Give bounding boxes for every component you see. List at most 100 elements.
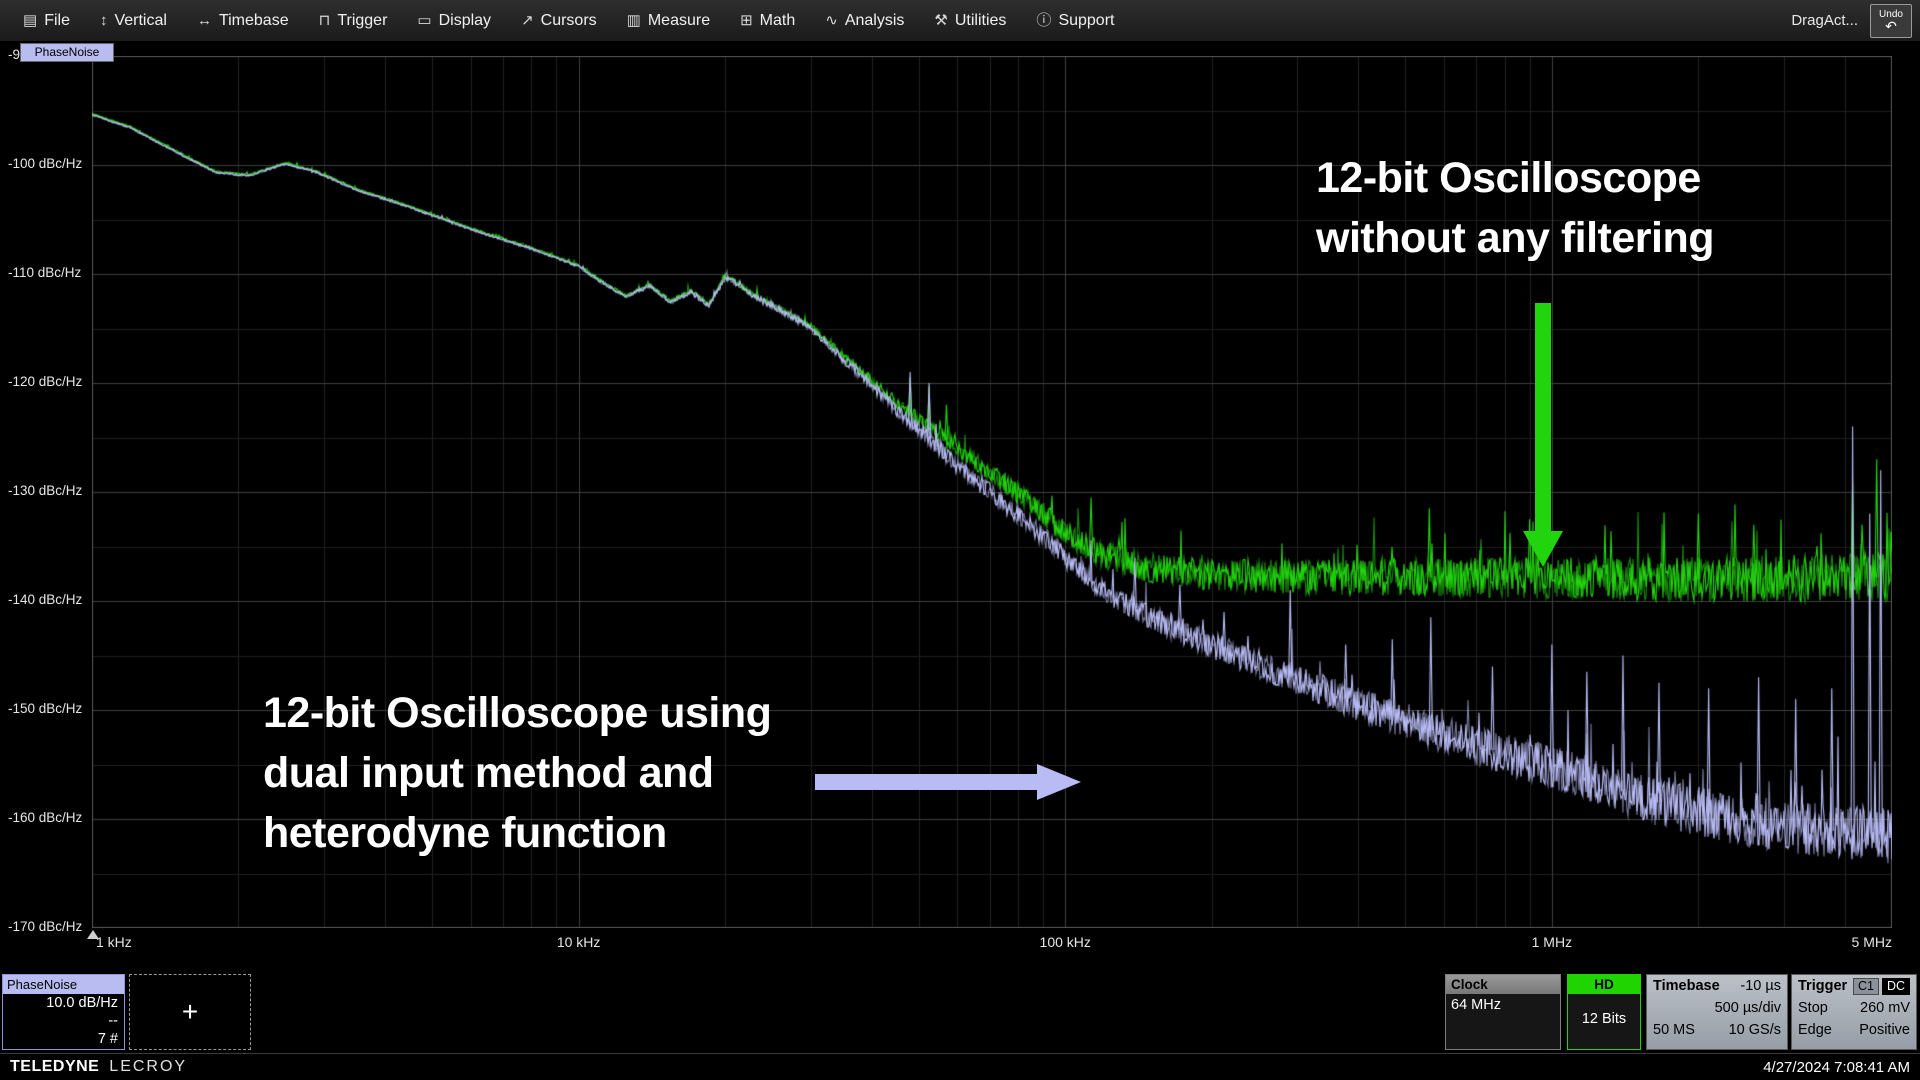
status-bar: TELEDYNE LECROY 4/27/2024 7:08:41 AM [0,1053,1920,1080]
trace-badge[interactable]: PhaseNoise [20,43,114,62]
file-icon: ▤ [23,13,37,28]
teledyne-lecroy-logo: TELEDYNE LECROY [10,1058,187,1076]
menu-label: Support [1058,12,1114,30]
hd-title: HD [1568,975,1640,994]
menu-right: DragAct... Undo ↶ [1791,4,1912,38]
menu-timebase[interactable]: ↔ Timebase [182,0,304,41]
menu-label: Utilities [955,12,1007,30]
timebase-rate: 10 GS/s [1729,1020,1781,1040]
phasenoise-offset: -- [3,1012,124,1030]
annotation-line: dual input method and [263,743,771,803]
menu-items: ▤ File ↕ Vertical ↔ Timebase ⊓ Trigger ▭ Display ↗… [8,0,1129,41]
timebase-samples: 50 MS [1653,1020,1695,1040]
clock-value: 64 MHz [1446,994,1560,1015]
descriptor-row: PhaseNoise 10.0 dB/Hz -- 7 # + Clock 64 … [0,973,1920,1053]
vertical-icon: ↕ [100,13,108,28]
menu-display[interactable]: ▭ Display [402,0,506,41]
menu-trigger[interactable]: ⊓ Trigger [304,0,403,41]
lavender-arrow-right [815,764,1081,800]
menu-label: Trigger [337,12,387,30]
y-axis-label: -120 dBc/Hz [8,374,90,389]
x-axis-label: 1 MHz [1532,934,1572,950]
menu-file[interactable]: ▤ File [8,0,85,41]
arrow-head [1037,764,1081,800]
menu-label: Timebase [219,12,289,30]
menu-measure[interactable]: ▥ Measure [612,0,725,41]
timebase-scale: 500 µs/div [1715,998,1781,1018]
trigger-type: Edge [1798,1020,1832,1040]
oscilloscope-app: ▤ File ↕ Vertical ↔ Timebase ⊓ Trigger ▭ Display ↗… [0,0,1920,1080]
trigger-icon: ⊓ [319,13,331,28]
y-axis-label: -140 dBc/Hz [8,592,90,607]
display-icon: ▭ [417,13,431,28]
annotation-line: 12-bit Oscilloscope using [263,683,771,743]
hd-mode-descriptor[interactable]: HD 12 Bits [1567,974,1641,1050]
trigger-title: Trigger [1798,976,1847,996]
datetime-label: 4/27/2024 7:08:41 AM [1763,1059,1910,1076]
utilities-icon: ⚒ [934,13,947,28]
menu-label: Measure [648,12,710,30]
y-axis-label: -150 dBc/Hz [8,701,90,716]
green-arrow-down [1523,303,1563,567]
clock-title: Clock [1446,975,1560,994]
menu-vertical[interactable]: ↕ Vertical [85,0,182,41]
trigger-mode: Stop [1798,998,1828,1018]
menu-utilities[interactable]: ⚒ Utilities [919,0,1021,41]
x-axis-label: 1 kHz [96,934,132,950]
y-axis-label: -130 dBc/Hz [8,483,90,498]
analysis-icon: ∿ [825,13,838,28]
menu-label: Display [439,12,491,30]
phasenoise-scale: 10.0 dB/Hz [3,994,124,1012]
x-axis-label: 10 kHz [557,934,601,950]
menu-label: Vertical [114,12,166,30]
trigger-source-badge: C1 [1853,978,1879,995]
menu-math[interactable]: ⊞ Math [725,0,810,41]
menu-label: Math [760,12,796,30]
measure-icon: ▥ [627,13,641,28]
brand-primary: TELEDYNE [10,1058,99,1075]
arrow-shaft [815,774,1039,790]
trigger-descriptor[interactable]: Trigger C1DC Stop 260 mV Edge Positive [1791,974,1917,1050]
brand-secondary: LECROY [109,1058,187,1075]
add-trace-button[interactable]: + [129,974,251,1050]
support-icon: ⓘ [1036,13,1051,28]
timebase-descriptor[interactable]: Timebase -10 µs 500 µs/div 50 MS 10 GS/s [1646,974,1788,1050]
phase-noise-plot: -90 dBc/Hz-100 dBc/Hz-110 dBc/Hz-120 dBc… [0,42,1920,973]
trigger-level: 260 mV [1860,998,1910,1018]
y-axis-label: -110 dBc/Hz [8,265,90,280]
cursors-icon: ↗ [521,13,534,28]
x-axis-label: 100 kHz [1040,934,1091,950]
trigger-coupling-badge: DC [1882,978,1910,995]
y-axis-label: -100 dBc/Hz [8,156,90,171]
menu-bar: ▤ File ↕ Vertical ↔ Timebase ⊓ Trigger ▭ Display ↗… [0,0,1920,42]
annotation-line: 12-bit Oscilloscope [1316,148,1714,208]
annotation-line: heterodyne function [263,803,771,863]
arrow-shaft [1535,303,1551,533]
math-icon: ⊞ [740,13,753,28]
phasenoise-descriptor[interactable]: PhaseNoise 10.0 dB/Hz -- 7 # [2,974,125,1050]
clock-descriptor[interactable]: Clock 64 MHz [1445,974,1561,1050]
menu-label: Analysis [845,12,905,30]
undo-button[interactable]: Undo ↶ [1870,4,1912,38]
arrow-head [1523,531,1563,567]
x-axis-marker [87,930,99,939]
timebase-title: Timebase [1653,976,1720,996]
annotation-line: without any filtering [1316,208,1714,268]
timebase-delay: -10 µs [1740,976,1781,996]
drag-action-label: DragAct... [1791,12,1858,29]
annotation-unfiltered: 12-bit Oscilloscope without any filterin… [1316,148,1714,268]
y-axis-label: -160 dBc/Hz [8,810,90,825]
menu-cursors[interactable]: ↗ Cursors [506,0,612,41]
menu-analysis[interactable]: ∿ Analysis [810,0,919,41]
menu-label: File [44,12,70,30]
hd-bits: 12 Bits [1568,994,1640,1044]
menu-label: Cursors [541,12,597,30]
undo-arrow-icon: ↶ [1885,20,1897,33]
phasenoise-descriptor-title: PhaseNoise [3,975,124,994]
timebase-icon: ↔ [197,13,212,28]
x-axis-label: 5 MHz [1852,934,1892,950]
annotation-heterodyne: 12-bit Oscilloscope using dual input met… [263,683,771,863]
phasenoise-count: 7 # [3,1030,124,1048]
menu-support[interactable]: ⓘ Support [1021,0,1129,41]
y-axis-label: -170 dBc/Hz [8,919,90,934]
